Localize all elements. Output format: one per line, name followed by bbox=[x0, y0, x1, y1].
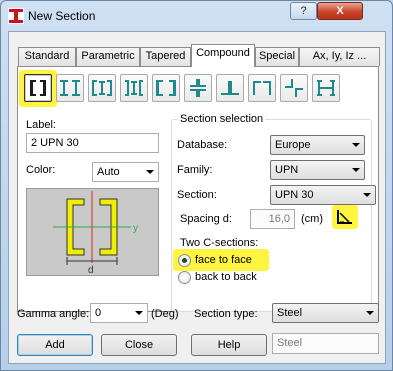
new-section-dialog: New Section ? X Standard Parametric Tape… bbox=[0, 0, 393, 371]
back-to-back-radio[interactable] bbox=[178, 271, 191, 284]
axis-d-label: d bbox=[88, 265, 94, 275]
dimension-triangle-icon bbox=[337, 210, 352, 224]
section-drawing: y d bbox=[53, 191, 138, 276]
dialog-body: Standard Parametric Tapered Compound Spe… bbox=[8, 31, 386, 364]
offset-angles-icon bbox=[285, 79, 303, 97]
spacing-input[interactable]: 16,0 bbox=[250, 209, 295, 229]
tab-special[interactable]: Special bbox=[255, 47, 299, 66]
two-i-beams-button[interactable] bbox=[56, 74, 84, 102]
section-type-caption: Section type: bbox=[194, 308, 258, 320]
t-section-icon bbox=[221, 81, 239, 95]
i-with-c-sides-button[interactable] bbox=[88, 74, 116, 102]
family-value: UPN bbox=[275, 164, 299, 176]
gamma-angle-unit: (Deg) bbox=[151, 308, 179, 320]
help-title-button[interactable]: ? bbox=[290, 2, 317, 20]
axis-y-label: y bbox=[133, 223, 138, 234]
close-button[interactable]: Close bbox=[101, 334, 177, 356]
family-caption: Family: bbox=[177, 164, 213, 176]
window-title: New Section bbox=[28, 9, 96, 23]
family-select[interactable]: UPN bbox=[270, 160, 365, 180]
color-select[interactable]: Auto bbox=[92, 162, 159, 182]
i-with-c-back-button[interactable] bbox=[120, 74, 148, 102]
face-to-face-radio[interactable] bbox=[178, 254, 191, 267]
chevron-down-icon bbox=[352, 168, 360, 172]
channel-back-button[interactable] bbox=[248, 74, 276, 102]
tab-compound[interactable]: Compound bbox=[191, 44, 255, 67]
close-icon: X bbox=[336, 5, 344, 17]
color-value: Auto bbox=[97, 166, 120, 178]
two-i-beams-icon bbox=[60, 80, 80, 96]
i-with-c-sides-icon bbox=[92, 80, 112, 96]
gamma-angle-caption: Gamma angle: bbox=[17, 308, 90, 320]
help-button[interactable]: Help bbox=[191, 334, 267, 356]
h-section-icon bbox=[317, 80, 335, 96]
t-section-button[interactable] bbox=[216, 74, 244, 102]
offset-angles-button[interactable] bbox=[280, 74, 308, 102]
two-c-sections-caption: Two C-sections: bbox=[180, 237, 259, 249]
tab-tapered[interactable]: Tapered bbox=[140, 47, 191, 66]
app-logo-icon bbox=[8, 8, 24, 24]
color-caption: Color: bbox=[26, 164, 56, 176]
i-with-c-back-icon bbox=[125, 80, 143, 96]
label-caption: Label: bbox=[26, 119, 56, 131]
spacing-unit: (cm) bbox=[301, 213, 323, 225]
spacing-caption: Spacing d: bbox=[180, 213, 232, 225]
chevron-down-icon bbox=[363, 193, 371, 197]
chevron-down-icon bbox=[146, 170, 154, 174]
two-c-back-to-back-icon bbox=[156, 80, 176, 96]
title-bar: New Section ? X bbox=[1, 1, 392, 31]
database-caption: Database: bbox=[177, 139, 228, 151]
cross-angles-icon bbox=[190, 79, 206, 97]
chevron-down-icon bbox=[135, 311, 143, 315]
section-type-select[interactable]: Steel bbox=[272, 303, 379, 323]
chevron-down-icon bbox=[366, 311, 374, 315]
two-c-back-to-back-button[interactable] bbox=[152, 74, 180, 102]
add-button[interactable]: Add bbox=[17, 334, 93, 356]
section-select[interactable]: UPN 30 bbox=[270, 185, 376, 205]
chevron-down-icon bbox=[352, 143, 360, 147]
tab-parametric[interactable]: Parametric bbox=[76, 47, 140, 66]
section-value: UPN 30 bbox=[275, 189, 314, 201]
two-c-face-to-face-icon bbox=[30, 80, 46, 96]
two-c-face-to-face-button[interactable] bbox=[24, 74, 52, 102]
channel-back-icon bbox=[253, 81, 271, 95]
material-field: Steel bbox=[272, 333, 379, 354]
h-section-button[interactable] bbox=[312, 74, 340, 102]
section-caption: Section: bbox=[177, 189, 217, 201]
database-select[interactable]: Europe bbox=[270, 135, 365, 155]
tab-standard[interactable]: Standard bbox=[18, 47, 76, 66]
database-value: Europe bbox=[275, 139, 311, 151]
dimension-options-button[interactable] bbox=[336, 209, 354, 225]
section-preview: y d bbox=[26, 188, 159, 276]
back-to-back-label[interactable]: back to back bbox=[195, 271, 257, 283]
compound-tab-panel: Label: 2 UPN 30 Color: Auto y d Section … bbox=[17, 66, 379, 312]
gamma-angle-value: 0 bbox=[95, 307, 102, 319]
cross-angles-button[interactable] bbox=[184, 74, 212, 102]
label-input[interactable]: 2 UPN 30 bbox=[26, 133, 159, 153]
section-type-value: Steel bbox=[277, 307, 303, 319]
help-glyph: ? bbox=[300, 5, 307, 17]
close-window-button[interactable]: X bbox=[317, 2, 363, 20]
face-to-face-label[interactable]: face to face bbox=[195, 254, 252, 266]
section-selection-title: Section selection bbox=[178, 113, 266, 125]
tab-ax-iy-iz[interactable]: Ax, Iy, Iz ... bbox=[299, 47, 380, 66]
gamma-angle-select[interactable]: 0 bbox=[90, 303, 148, 323]
